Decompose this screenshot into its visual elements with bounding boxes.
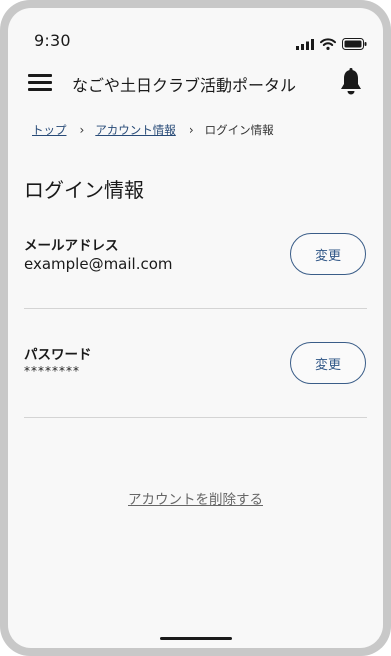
- chevron-right-icon: ›: [188, 123, 194, 137]
- change-email-button[interactable]: 変更: [290, 233, 366, 275]
- home-indicator: [160, 637, 232, 640]
- app-header: なごや土日クラブ活動ポータル: [8, 62, 383, 106]
- breadcrumb-link-top[interactable]: トップ: [32, 122, 67, 138]
- breadcrumb: トップ › アカウント情報 › ログイン情報: [32, 122, 274, 138]
- hamburger-menu-button[interactable]: [26, 70, 54, 94]
- status-time: 9:30: [34, 31, 71, 50]
- phone-frame: 9:30 なごや土日クラブ活動ポータル トップ › アカウント情報 › ログイン…: [0, 0, 391, 656]
- battery-icon: [342, 38, 367, 50]
- status-bar: 9:30: [8, 8, 383, 52]
- password-label: パスワード: [24, 347, 92, 363]
- app-title: なごや土日クラブ活動ポータル: [72, 76, 297, 95]
- email-value: example@mail.com: [24, 255, 173, 273]
- wifi-icon: [320, 38, 336, 50]
- email-label: メールアドレス: [24, 238, 119, 254]
- breadcrumb-link-account-info[interactable]: アカウント情報: [95, 122, 176, 138]
- status-icons: [296, 38, 367, 50]
- change-password-button[interactable]: 変更: [290, 342, 366, 384]
- delete-account-link[interactable]: アカウントを削除する: [8, 488, 383, 508]
- password-value: ********: [24, 364, 80, 378]
- bell-icon: [341, 68, 361, 95]
- phone-screen: 9:30 なごや土日クラブ活動ポータル トップ › アカウント情報 › ログイン…: [8, 8, 383, 648]
- breadcrumb-current: ログイン情報: [204, 123, 274, 137]
- notification-bell-button[interactable]: [339, 67, 363, 97]
- divider: [24, 417, 367, 418]
- chevron-right-icon: ›: [79, 123, 85, 137]
- page-title: ログイン情報: [24, 178, 144, 202]
- divider: [24, 308, 367, 309]
- signal-icon: [296, 38, 314, 50]
